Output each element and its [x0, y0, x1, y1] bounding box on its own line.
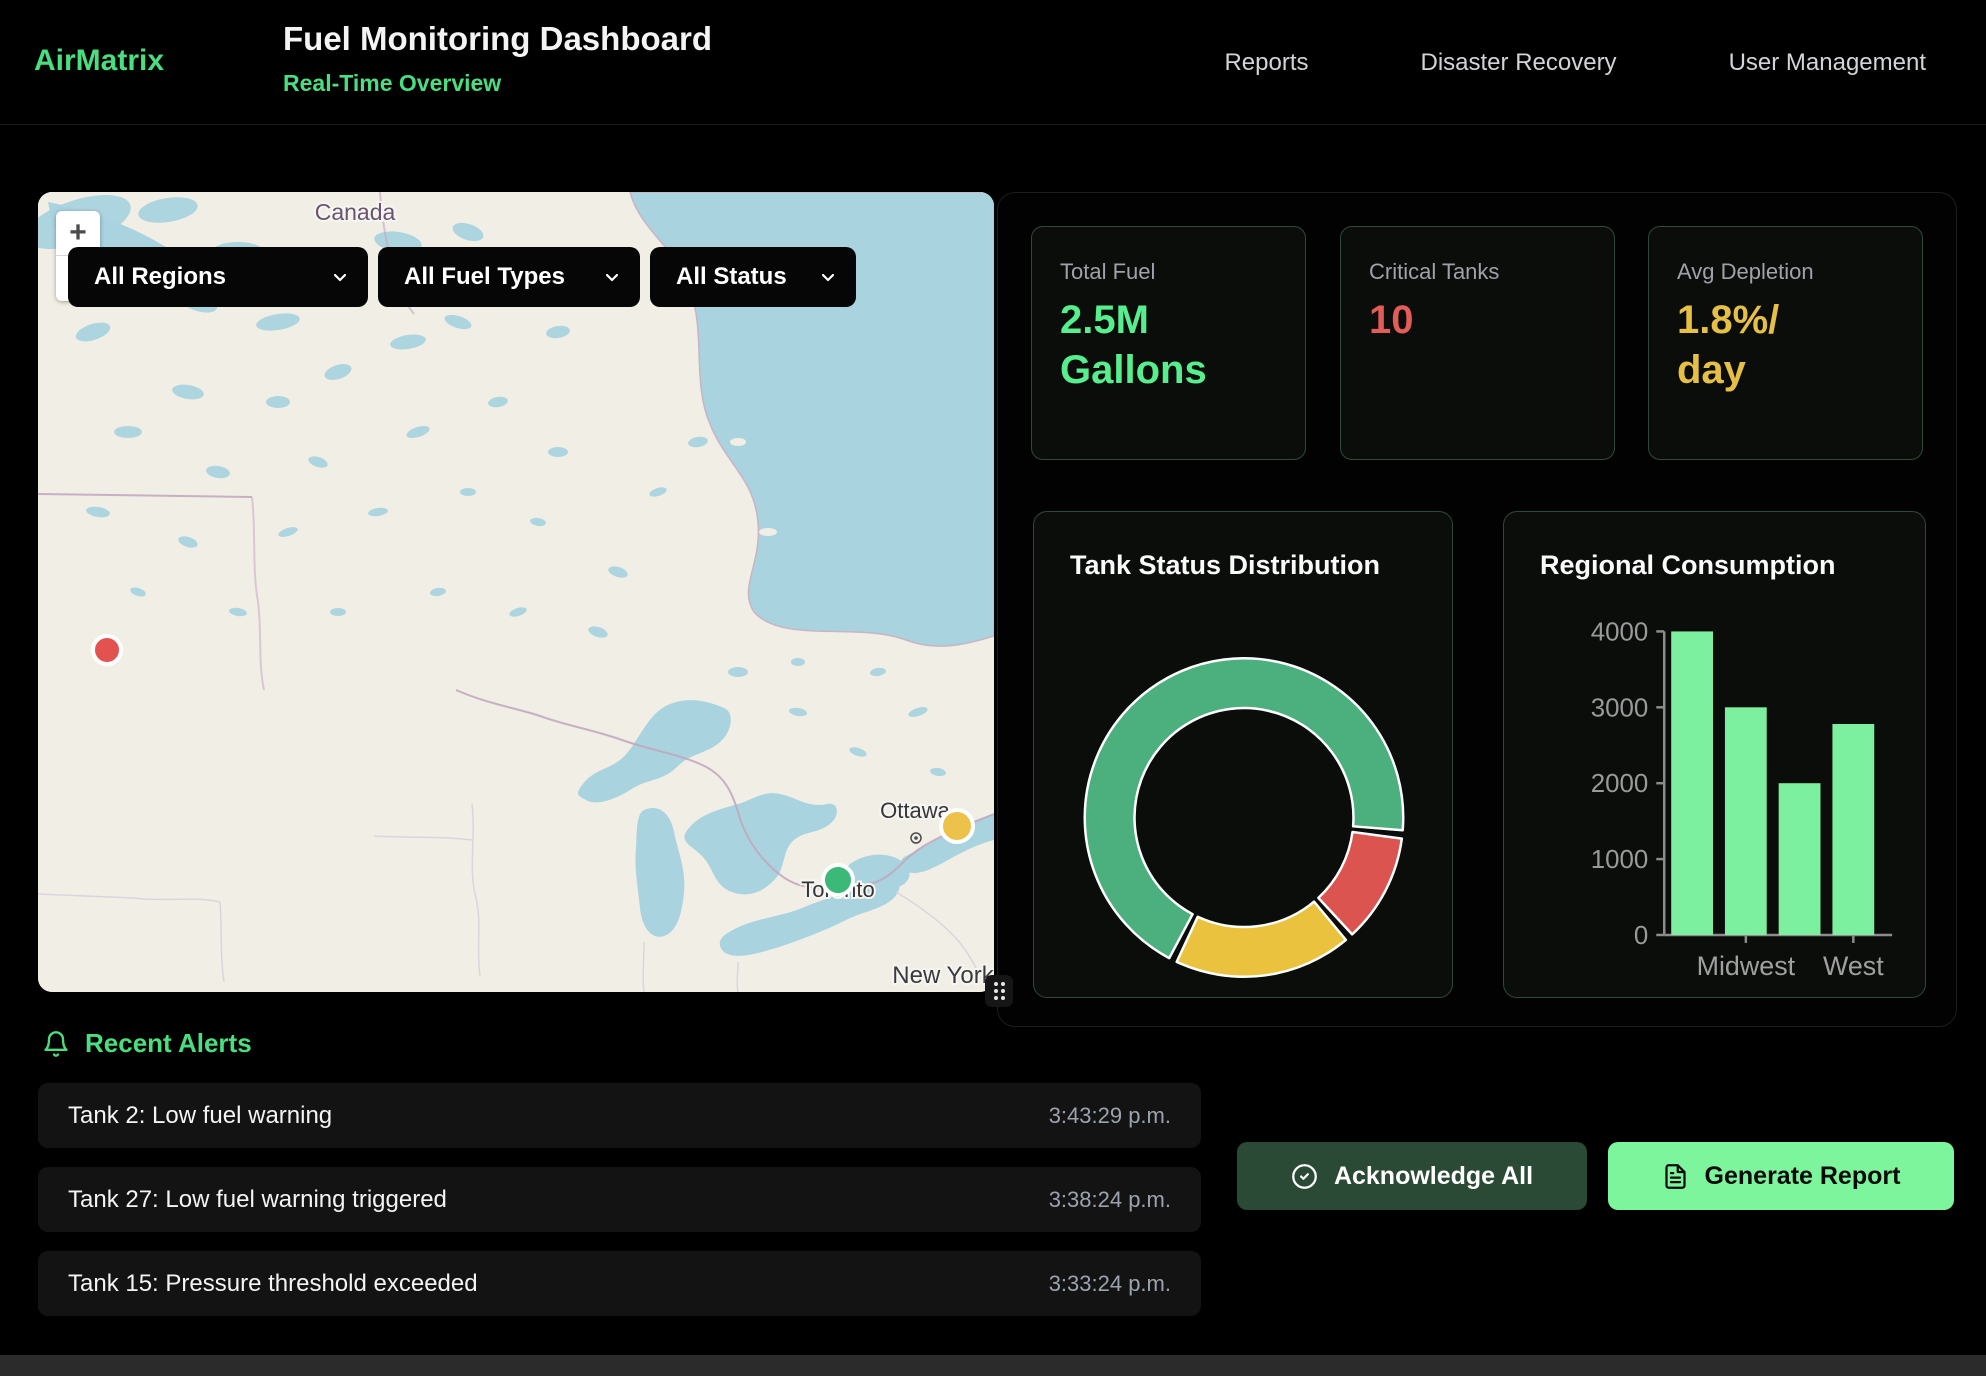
nav-user-management[interactable]: User Management: [1729, 49, 1926, 77]
bar-0: [1671, 631, 1713, 935]
alert-message: Tank 15: Pressure threshold exceeded: [68, 1270, 478, 1298]
page-title: Fuel Monitoring Dashboard: [283, 20, 712, 58]
tank-status-chart-card: Tank Status Distribution: [1033, 511, 1453, 998]
bar-2: [1779, 783, 1821, 935]
stat-value-critical-tanks: 10: [1369, 295, 1586, 345]
generate-report-button[interactable]: Generate Report: [1608, 1142, 1954, 1210]
map-filter-bar: All Regions All Fuel Types All Status: [68, 247, 856, 307]
bar-3: [1832, 724, 1874, 935]
map-label-canada: Canada: [315, 199, 396, 225]
green-status-marker[interactable]: [823, 865, 853, 895]
alert-timestamp: 3:43:29 p.m.: [1049, 1103, 1171, 1129]
alert-message: Tank 2: Low fuel warning: [68, 1102, 332, 1130]
alert-list-item[interactable]: Tank 2: Low fuel warning 3:43:29 p.m.: [38, 1083, 1201, 1148]
recent-alerts-title: Recent Alerts: [85, 1028, 252, 1059]
alert-list-item[interactable]: Tank 27: Low fuel warning triggered 3:38…: [38, 1167, 1201, 1232]
y-axis-tick-label: 1000: [1591, 846, 1649, 874]
alert-timestamp: 3:33:24 p.m.: [1049, 1271, 1171, 1297]
map-basemap: Canada Ottawa Toronto New York: [38, 192, 994, 992]
stat-card-total-fuel: Total Fuel 2.5M Gallons: [1031, 226, 1306, 460]
stat-label: Critical Tanks: [1369, 259, 1586, 285]
map-canvas[interactable]: Canada Ottawa Toronto New York + − All R…: [38, 192, 994, 992]
donut-slice-red: [1318, 832, 1401, 934]
alert-timestamp: 3:38:24 p.m.: [1049, 1187, 1171, 1213]
map-label-ottawa: Ottawa: [880, 798, 950, 823]
check-circle-icon: [1291, 1163, 1318, 1190]
bell-icon: [42, 1030, 70, 1058]
chevron-down-icon: [330, 267, 350, 287]
document-icon: [1662, 1163, 1689, 1190]
stat-card-critical-tanks: Critical Tanks 10: [1340, 226, 1615, 460]
overview-panel: Total Fuel 2.5M Gallons Critical Tanks 1…: [997, 192, 1957, 1027]
nav-reports[interactable]: Reports: [1224, 49, 1308, 77]
tank-status-donut-chart: [1034, 512, 1452, 997]
regional-consumption-bar-chart: 0 1000 2000 3000 4000 Midwest West: [1504, 512, 1925, 997]
region-filter-label: All Regions: [94, 263, 226, 291]
stat-label: Total Fuel: [1060, 259, 1277, 285]
app-logo: AirMatrix: [34, 44, 164, 78]
status-filter-dropdown[interactable]: All Status: [650, 247, 856, 307]
acknowledge-all-label: Acknowledge All: [1334, 1162, 1533, 1191]
chevron-down-icon: [818, 267, 838, 287]
map-label-new-york: New York: [892, 962, 994, 989]
horizontal-scrollbar[interactable]: [0, 1355, 1986, 1376]
stat-value-total-fuel: 2.5M Gallons: [1060, 295, 1277, 395]
regional-consumption-chart-card: Regional Consumption 01000200030004000Mi…: [1503, 511, 1926, 998]
x-axis-tick-label: Midwest: [1697, 951, 1796, 981]
main-nav: Reports Disaster Recovery User Managemen…: [1224, 0, 1926, 125]
chevron-down-icon: [602, 267, 622, 287]
x-axis-tick-label: West: [1823, 951, 1884, 981]
recent-alerts-header: Recent Alerts: [42, 1028, 252, 1059]
stat-value-avg-depletion: 1.8%/ day: [1677, 295, 1827, 395]
donut-slice-yellow: [1177, 902, 1346, 977]
alert-message: Tank 27: Low fuel warning triggered: [68, 1186, 447, 1214]
app-header: AirMatrix Fuel Monitoring Dashboard Real…: [0, 0, 1986, 125]
red-status-marker[interactable]: [93, 636, 121, 664]
stat-card-avg-depletion: Avg Depletion 1.8%/ day: [1648, 226, 1923, 460]
nav-disaster-recovery[interactable]: Disaster Recovery: [1421, 49, 1617, 77]
alert-list-item[interactable]: Tank 15: Pressure threshold exceeded 3:3…: [38, 1251, 1201, 1316]
acknowledge-all-button[interactable]: Acknowledge All: [1237, 1142, 1587, 1210]
y-axis-tick-label: 0: [1634, 922, 1648, 950]
resize-grip-icon[interactable]: [985, 975, 1013, 1007]
y-axis-tick-label: 2000: [1591, 770, 1649, 798]
status-filter-label: All Status: [676, 263, 787, 291]
fuel-type-filter-label: All Fuel Types: [404, 263, 565, 291]
bar-1: [1725, 707, 1767, 935]
page-subtitle: Real-Time Overview: [283, 70, 501, 97]
region-filter-dropdown[interactable]: All Regions: [68, 247, 368, 307]
yellow-status-marker[interactable]: [941, 810, 973, 842]
y-axis-tick-label: 3000: [1591, 694, 1649, 722]
generate-report-label: Generate Report: [1705, 1162, 1901, 1191]
y-axis-tick-label: 4000: [1591, 618, 1649, 646]
stat-label: Avg Depletion: [1677, 259, 1894, 285]
fuel-type-filter-dropdown[interactable]: All Fuel Types: [378, 247, 640, 307]
